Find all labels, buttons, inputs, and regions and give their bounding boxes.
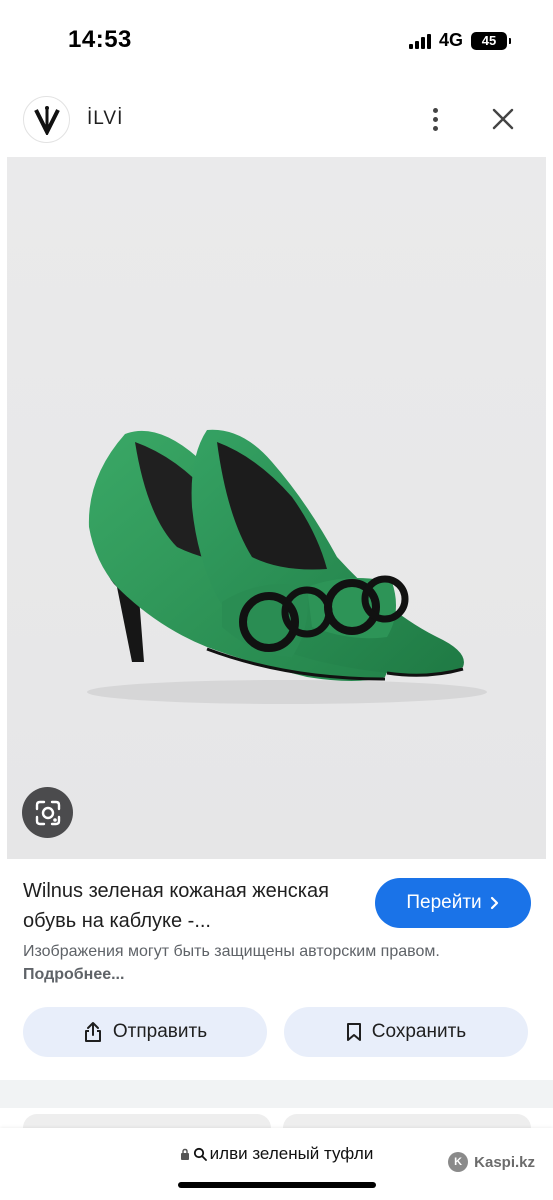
share-icon — [84, 1022, 101, 1042]
google-lens-icon[interactable] — [22, 787, 73, 838]
section-separator — [0, 1080, 553, 1108]
search-icon — [193, 1147, 207, 1161]
learn-more-link[interactable]: Подробнее... — [23, 966, 124, 983]
kaspi-badge-label: Kaspi.kz — [474, 1153, 535, 1171]
result-title[interactable]: Wilnus зеленая кожаная женская обувь на … — [23, 876, 353, 936]
shoe-image — [7, 157, 546, 859]
copyright-text: Изображения могут быть защищены авторски… — [23, 943, 440, 960]
close-icon[interactable] — [484, 100, 522, 138]
signal-icon — [408, 33, 431, 49]
kaspi-badge[interactable]: K Kaspi.kz — [448, 1152, 535, 1172]
battery-icon: 45 — [471, 31, 511, 50]
save-button-label: Сохранить — [371, 1021, 467, 1042]
lock-icon — [180, 1148, 189, 1160]
visit-button-label: Перейти — [406, 892, 482, 913]
status-bar: 14:53 4G 45 — [0, 0, 553, 80]
copyright-notice: Изображения могут быть защищены авторски… — [23, 940, 443, 986]
kaspi-logo-icon: K — [448, 1152, 469, 1172]
home-indicator[interactable] — [178, 1182, 376, 1188]
result-image[interactable] — [7, 157, 546, 859]
share-button-label: Отправить — [112, 1021, 208, 1042]
address-text: илви зеленый туфли — [209, 1144, 374, 1163]
chevron-right-icon — [490, 896, 498, 910]
share-button[interactable]: Отправить — [23, 1007, 267, 1057]
more-vert-icon[interactable] — [416, 100, 454, 138]
status-indicators: 4G 45 — [408, 30, 511, 51]
save-button[interactable]: Сохранить — [284, 1007, 528, 1057]
bookmark-icon — [346, 1023, 361, 1041]
status-time: 14:53 — [68, 26, 132, 53]
ilvi-logo-icon[interactable] — [23, 96, 70, 143]
visit-button[interactable]: Перейти — [375, 878, 531, 928]
network-type: 4G — [438, 30, 463, 50]
browser-bottom-bar: илви зеленый туфли K Kaspi.kz — [0, 1128, 553, 1200]
result-header: İLVİ — [0, 88, 553, 150]
site-name[interactable]: İLVİ — [87, 108, 123, 130]
